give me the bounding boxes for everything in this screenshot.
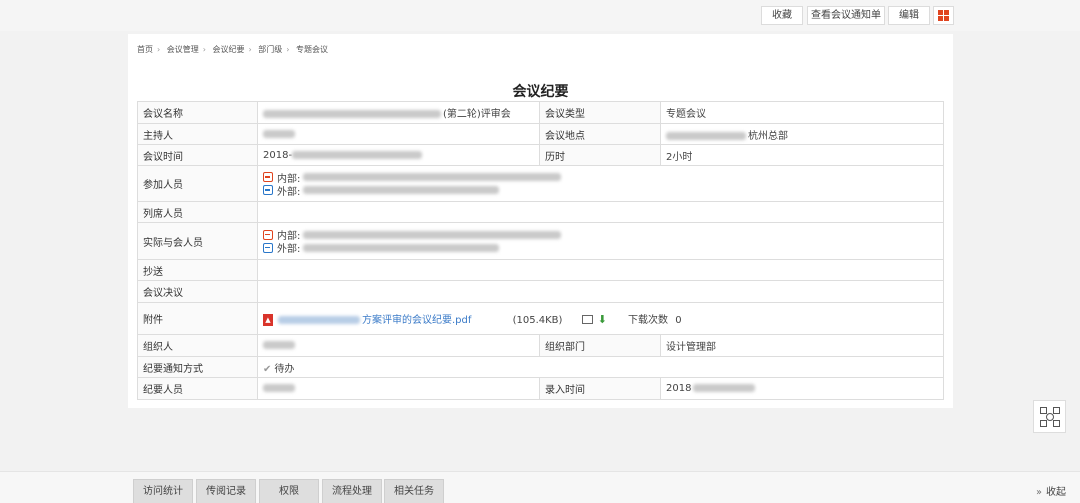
attachment-value: ▲ 方案评审的会议纪要.pdf (105.4KB) ⬇ 下载次数 0 [257,302,944,335]
tab-related-tasks[interactable]: 相关任务 [384,479,444,503]
duration-label: 历时 [539,144,661,166]
breadcrumb-minutes[interactable]: 会议纪要 [213,45,245,54]
breadcrumb-topic-meeting: 专题会议 [296,45,328,54]
download-count-label: 下载次数 [628,314,669,326]
notify-method-label: 纪要通知方式 [137,356,258,378]
breadcrumb-home[interactable]: 首页 [137,45,153,54]
pdf-icon: ▲ [263,313,273,326]
table-row: 实际与会人员 内部: 外部: [137,222,944,260]
participants-label: 参加人员 [137,165,258,202]
time-label: 会议时间 [137,144,258,166]
attachment-label: 附件 [137,302,258,335]
table-row: 参加人员 内部: 外部: [137,165,944,202]
meeting-name-label: 会议名称 [137,101,258,124]
favorite-button[interactable]: 收藏 [761,6,803,25]
host-value [257,123,540,145]
internal-icon [263,172,273,182]
location-label: 会议地点 [539,123,661,145]
participants-value: 内部: 外部: [257,165,944,202]
org-dept-label: 组织部门 [539,334,661,357]
double-chevron-right-icon: ›› [1036,487,1042,498]
attendees-label: 列席人员 [137,201,258,223]
download-count: 0 [675,314,682,326]
entry-time-value: 2018 [660,377,944,400]
table-row: 会议时间 2018- 历时 2小时 [137,144,944,166]
actual-attendees-value: 内部: 外部: [257,222,944,260]
table-row: 纪要人员 录入时间 2018 [137,377,944,400]
organizer-value [257,334,540,357]
tab-circulation-records[interactable]: 传阅记录 [196,479,256,503]
qr-code-button[interactable] [1033,400,1066,433]
recorder-value [257,377,540,400]
cc-label: 抄送 [137,259,258,281]
attendees-value [257,201,944,223]
grid-menu-icon[interactable] [933,6,954,25]
preview-icon[interactable] [581,315,593,325]
page-title: 会议纪要 [512,84,569,100]
recorder-label: 纪要人员 [137,377,258,400]
minutes-detail-table: 会议名称 (第二轮)评审会 会议类型 专题会议 主持人 会议地点 杭州总部 会议… [137,101,944,400]
collapse-button[interactable]: ›› 收起 [1036,483,1066,498]
qr-code-icon [1046,413,1054,421]
attachment-link[interactable]: 方案评审的会议纪要.pdf [278,315,471,326]
time-value: 2018- [257,144,540,166]
host-label: 主持人 [137,123,258,145]
breadcrumb-meeting-mgmt[interactable]: 会议管理 [167,45,199,54]
top-toolbar: 收藏 查看会议通知单 编辑 [0,0,1080,31]
tab-workflow[interactable]: 流程处理 [322,479,382,503]
external-icon [263,242,273,253]
meeting-type-value: 专题会议 [660,101,944,124]
table-row: 组织人 组织部门 设计管理部 [137,334,944,357]
bottom-tab-bar: 访问统计 传阅记录 权限 流程处理 相关任务 ›› 收起 [0,471,1080,503]
table-row: 纪要通知方式 ✔ 待办 [137,356,944,378]
table-row: 列席人员 [137,201,944,223]
org-dept-value: 设计管理部 [660,334,944,357]
checkbox-checked-icon: ✔ [263,363,272,375]
table-row: 抄送 [137,259,944,281]
tab-permissions[interactable]: 权限 [259,479,319,503]
edit-button[interactable]: 编辑 [888,6,930,25]
duration-value: 2小时 [660,144,944,166]
table-row: 附件 ▲ 方案评审的会议纪要.pdf (105.4KB) ⬇ 下载次数 0 [137,302,944,335]
resolution-value [257,280,944,303]
attachment-size: (105.4KB) [512,314,563,326]
external-icon [263,185,273,195]
cc-value [257,259,944,281]
notify-method-value: ✔ 待办 [257,356,944,378]
meeting-type-label: 会议类型 [539,101,661,124]
organizer-label: 组织人 [137,334,258,357]
view-notice-button[interactable]: 查看会议通知单 [807,6,885,25]
actual-attendees-label: 实际与会人员 [137,222,258,260]
tab-visit-stats[interactable]: 访问统计 [133,479,193,503]
table-row: 会议决议 [137,280,944,303]
location-value: 杭州总部 [660,123,944,145]
entry-time-label: 录入时间 [539,377,661,400]
breadcrumb-dept-level[interactable]: 部门级 [258,45,282,54]
download-icon[interactable]: ⬇ [598,313,607,326]
table-row: 主持人 会议地点 杭州总部 [137,123,944,145]
resolution-label: 会议决议 [137,280,258,303]
internal-icon [263,229,273,240]
minutes-card: 首页 › 会议管理 › 会议纪要 › 部门级 › 专题会议 会议纪要 会议名称 (第二轮… [128,34,953,408]
meeting-name-value: (第二轮)评审会 [257,101,540,124]
table-row: 会议名称 (第二轮)评审会 会议类型 专题会议 [137,101,944,124]
breadcrumb: 首页 › 会议管理 › 会议纪要 › 部门级 › 专题会议 [137,45,328,54]
